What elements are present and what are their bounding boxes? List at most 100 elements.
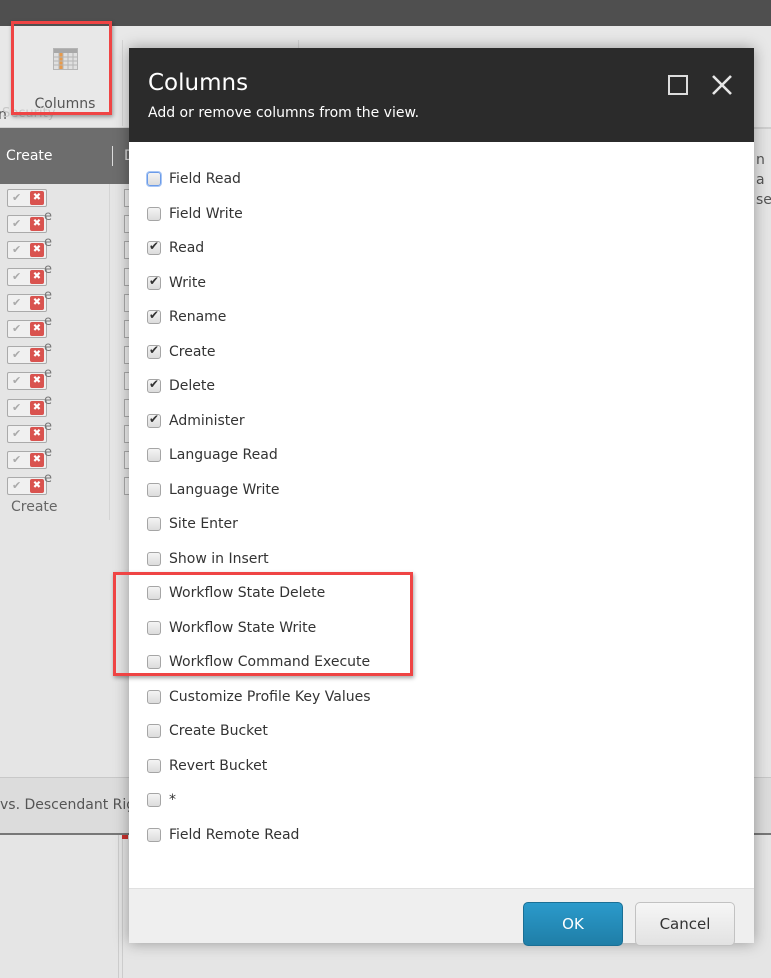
ok-button[interactable]: OK: [523, 902, 623, 946]
check-icon: ✔: [149, 239, 160, 253]
dialog-subtitle: Add or remove columns from the view.: [148, 105, 420, 121]
permission-toggle[interactable]: ✔ ✖: [7, 477, 47, 496]
column-option[interactable]: Customize Profile Key Values: [147, 685, 371, 709]
checkbox-unchecked[interactable]: [147, 655, 161, 669]
column-option-label: Workflow Command Execute: [169, 654, 371, 670]
allow-check-icon[interactable]: ✔: [12, 427, 21, 440]
column-option[interactable]: Workflow Command Execute: [147, 650, 370, 674]
checkbox-unchecked[interactable]: [147, 689, 161, 704]
divider: [754, 127, 771, 129]
checkbox-checked[interactable]: ✔: [147, 239, 161, 255]
deny-x-icon[interactable]: ✖: [30, 374, 44, 389]
permission-toggle[interactable]: ✔ ✖: [7, 320, 47, 338]
deny-x-icon[interactable]: ✖: [30, 426, 44, 441]
checkbox-unchecked[interactable]: [147, 827, 161, 842]
descendant-rights-label: vs. Descendant Rig: [0, 797, 136, 813]
deny-x-icon[interactable]: ✖: [30, 348, 44, 363]
column-option[interactable]: ✔ Delete: [147, 374, 215, 398]
checkbox-unchecked[interactable]: [147, 517, 161, 531]
checkbox-checked[interactable]: ✔: [147, 377, 161, 393]
deny-x-icon[interactable]: ✖: [30, 453, 44, 467]
checkbox-unchecked[interactable]: [147, 551, 161, 566]
grid-header: Create D: [0, 128, 140, 184]
column-option[interactable]: Create Bucket: [147, 719, 268, 743]
column-option[interactable]: ✔ Write: [147, 271, 206, 295]
maximize-button[interactable]: [668, 75, 688, 95]
checkbox-unchecked[interactable]: [147, 758, 161, 773]
cell-ghost-text: e: [44, 471, 52, 487]
permission-toggle[interactable]: ✔ ✖: [7, 189, 47, 207]
checkbox-checked[interactable]: ✔: [147, 412, 161, 428]
checkbox-checked[interactable]: ✔: [147, 343, 161, 359]
column-option[interactable]: ✔ Read: [147, 236, 204, 260]
permission-toggle[interactable]: ✔ ✖: [7, 241, 47, 260]
column-option[interactable]: Revert Bucket: [147, 754, 267, 778]
allow-check-icon[interactable]: ✔: [12, 479, 21, 492]
deny-x-icon[interactable]: ✖: [30, 295, 44, 310]
column-option[interactable]: ✔ Create: [147, 340, 216, 364]
columns-button[interactable]: Columns: [18, 42, 108, 112]
checkbox-unchecked[interactable]: [147, 482, 161, 497]
checkbox-unchecked[interactable]: [147, 448, 161, 462]
column-option[interactable]: Workflow State Write: [147, 616, 316, 640]
column-option[interactable]: *: [147, 788, 176, 812]
column-option-label: *: [169, 792, 176, 808]
deny-x-icon[interactable]: ✖: [30, 243, 44, 258]
column-option[interactable]: Field Read: [147, 167, 241, 191]
column-option[interactable]: ✔ Rename: [147, 305, 226, 329]
deny-x-icon[interactable]: ✖: [30, 269, 44, 284]
cancel-button[interactable]: Cancel: [635, 902, 735, 946]
column-option[interactable]: Language Read: [147, 443, 278, 467]
ribbon-separator: [122, 40, 123, 126]
dialog-title: Columns: [148, 70, 249, 96]
deny-x-icon[interactable]: ✖: [30, 191, 44, 205]
column-separator: [112, 146, 113, 166]
permission-toggle[interactable]: ✔ ✖: [7, 372, 47, 391]
allow-check-icon[interactable]: ✔: [12, 322, 21, 335]
column-option[interactable]: Show in Insert: [147, 547, 269, 571]
permission-toggle[interactable]: ✔ ✖: [7, 451, 47, 469]
permission-toggle[interactable]: ✔ ✖: [7, 424, 47, 443]
permission-toggle[interactable]: ✔ ✖: [7, 293, 47, 312]
deny-x-icon[interactable]: ✖: [30, 322, 44, 336]
checkbox-unchecked[interactable]: [147, 586, 161, 600]
permission-toggle[interactable]: ✔ ✖: [7, 346, 47, 365]
permission-toggle[interactable]: ✔ ✖: [7, 267, 47, 286]
checkbox-unchecked[interactable]: [147, 620, 161, 635]
allow-check-icon[interactable]: ✔: [12, 243, 21, 256]
checkbox-unchecked[interactable]: [147, 206, 161, 221]
red-marker: [122, 835, 128, 839]
column-option[interactable]: Site Enter: [147, 512, 238, 536]
column-option[interactable]: Field Write: [147, 202, 243, 226]
column-option[interactable]: Field Remote Read: [147, 823, 299, 847]
checkbox-checked[interactable]: ✔: [147, 274, 161, 290]
permission-toggle[interactable]: ✔ ✖: [7, 215, 47, 234]
allow-check-icon[interactable]: ✔: [12, 191, 21, 204]
checkbox-unchecked[interactable]: [147, 724, 161, 738]
column-option-label: Customize Profile Key Values: [169, 688, 371, 705]
allow-check-icon[interactable]: ✔: [12, 217, 21, 230]
column-option-label: Workflow State Delete: [169, 585, 326, 601]
deny-x-icon[interactable]: ✖: [30, 400, 44, 415]
allow-check-icon[interactable]: ✔: [12, 401, 21, 414]
column-header-create[interactable]: Create: [6, 148, 53, 164]
column-option[interactable]: Language Write: [147, 478, 280, 502]
allow-check-icon[interactable]: ✔: [12, 374, 21, 387]
column-option[interactable]: ✔ Administer: [147, 409, 245, 433]
column-option[interactable]: Workflow State Delete: [147, 581, 325, 605]
allow-check-icon[interactable]: ✔: [12, 296, 21, 309]
divider: [118, 835, 119, 978]
ribbon-group-label: Security: [2, 106, 56, 121]
checkbox-checked[interactable]: ✔: [147, 308, 161, 324]
deny-x-icon[interactable]: ✖: [30, 479, 44, 494]
close-icon[interactable]: [709, 72, 735, 98]
permission-toggle[interactable]: ✔ ✖: [7, 398, 47, 417]
checkbox-unchecked[interactable]: [147, 793, 161, 807]
column-option-label: Field Write: [169, 205, 243, 222]
allow-check-icon[interactable]: ✔: [12, 348, 21, 361]
allow-check-icon[interactable]: ✔: [12, 453, 21, 466]
allow-check-icon[interactable]: ✔: [12, 270, 21, 283]
column-option-label: Read: [169, 240, 205, 256]
deny-x-icon[interactable]: ✖: [30, 217, 44, 232]
checkbox-unchecked[interactable]: [147, 172, 161, 186]
